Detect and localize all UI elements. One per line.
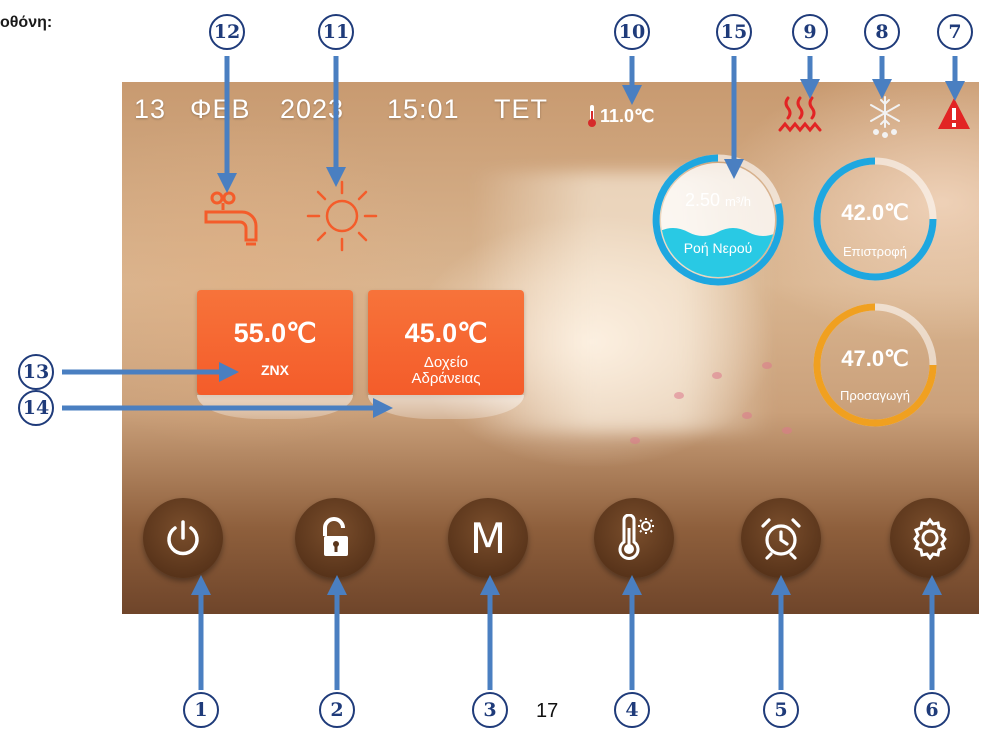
callout-1: 1	[183, 692, 219, 728]
page-number: 17	[536, 700, 559, 722]
callout-arrows	[62, 56, 965, 690]
callout-5: 5	[763, 692, 799, 728]
callout-13: 13	[18, 354, 54, 390]
callout-10: 10	[614, 14, 650, 50]
callout-11: 11	[318, 14, 354, 50]
callout-12: 12	[209, 14, 245, 50]
callout-2: 2	[319, 692, 355, 728]
callout-7: 7	[937, 14, 973, 50]
callout-14: 14	[18, 390, 54, 426]
callout-9: 9	[792, 14, 828, 50]
callout-3: 3	[472, 692, 508, 728]
callout-6: 6	[914, 692, 950, 728]
callout-15: 15	[716, 14, 752, 50]
callout-4: 4	[614, 692, 650, 728]
callout-8: 8	[864, 14, 900, 50]
